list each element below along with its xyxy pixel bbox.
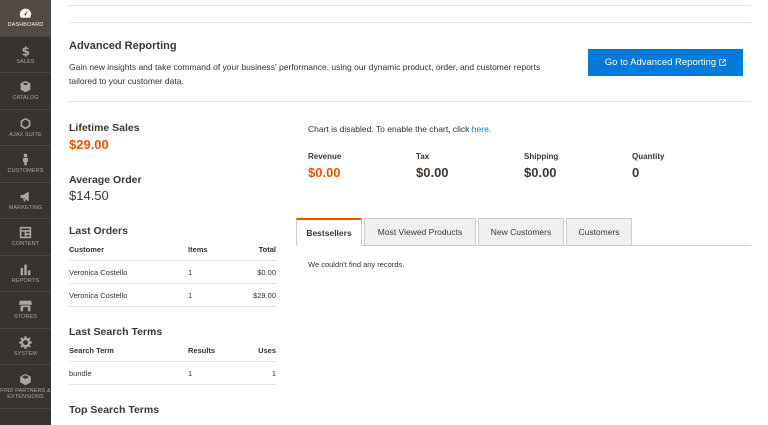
table-header-row: Search Term Results Uses bbox=[69, 339, 276, 362]
nav-dashboard[interactable]: Dashboard bbox=[0, 0, 51, 37]
lifetime-sales-value: $29.00 bbox=[69, 137, 109, 152]
column-header: Search Term bbox=[69, 339, 188, 362]
nav-catalog[interactable]: Catalog bbox=[0, 73, 51, 110]
divider bbox=[69, 22, 751, 23]
customer-cell: Veronica Costello bbox=[69, 283, 188, 307]
nav-content[interactable]: Content bbox=[0, 219, 51, 256]
table-header-row: Customer Items Total bbox=[69, 238, 276, 261]
advanced-reporting-title: Advanced Reporting bbox=[69, 40, 177, 52]
nav-label: Catalog bbox=[12, 95, 39, 102]
column-header: Customer bbox=[69, 238, 188, 261]
nav-marketing[interactable]: Marketing bbox=[0, 183, 51, 219]
total-label: Tax bbox=[416, 152, 430, 161]
column-header: Items bbox=[188, 238, 236, 261]
nav-reports[interactable]: Reports bbox=[0, 256, 51, 292]
tab-new-customers[interactable]: New Customers bbox=[478, 218, 564, 246]
advanced-reporting-text: Gain new insights and take command of yo… bbox=[69, 62, 541, 86]
chart-message-text: Chart is disabled. To enable the chart, … bbox=[308, 124, 472, 134]
table-row[interactable]: Veronica Costello 1 $29.00 bbox=[69, 283, 276, 307]
bar-chart-icon bbox=[19, 263, 33, 276]
megaphone-icon bbox=[19, 190, 33, 203]
items-cell: 1 bbox=[188, 283, 236, 307]
table-row[interactable]: Veronica Costello 1 $0.00 bbox=[69, 260, 276, 284]
lifetime-sales-label: Lifetime Sales bbox=[69, 122, 140, 134]
no-records-message: We couldn't find any records. bbox=[308, 260, 405, 269]
chart-disabled-message: Chart is disabled. To enable the chart, … bbox=[308, 124, 491, 134]
nav-system[interactable]: System bbox=[0, 329, 51, 365]
dashboard-totals: Revenue $0.00 Tax $0.00 Shipping $0.00 Q… bbox=[308, 152, 740, 180]
total-value: $0.00 bbox=[524, 165, 557, 180]
nav-label: Dashboard bbox=[7, 22, 44, 29]
box-icon bbox=[19, 80, 33, 93]
total-cell: $29.00 bbox=[236, 283, 276, 307]
enable-chart-link[interactable]: here. bbox=[472, 124, 491, 134]
nav-label: System bbox=[13, 350, 38, 357]
column-header: Total bbox=[236, 238, 276, 261]
last-search-terms-title: Last Search Terms bbox=[69, 326, 163, 338]
dashboard-main: Advanced Reporting Gain new insights and… bbox=[51, 0, 768, 425]
total-value: $0.00 bbox=[416, 165, 449, 180]
nav-stores[interactable]: Stores bbox=[0, 292, 51, 329]
total-revenue: Revenue $0.00 bbox=[308, 152, 416, 180]
nav-label: Marketing bbox=[8, 204, 43, 211]
gear-icon bbox=[19, 335, 33, 349]
nav-label: Sales bbox=[16, 58, 35, 65]
last-orders-table: Customer Items Total Veronica Costello 1… bbox=[69, 238, 276, 307]
hexagon-icon bbox=[19, 117, 33, 130]
column-header: Results bbox=[188, 339, 236, 362]
store-icon bbox=[19, 299, 33, 312]
tab-bestsellers[interactable]: Bestsellers bbox=[296, 218, 362, 246]
items-cell: 1 bbox=[188, 260, 236, 284]
total-shipping: Shipping $0.00 bbox=[524, 152, 632, 180]
external-link-icon bbox=[719, 59, 726, 66]
dollar-icon: $ bbox=[19, 44, 33, 57]
cube-icon bbox=[19, 373, 33, 386]
table-row[interactable]: bundle 1 1 bbox=[69, 361, 276, 385]
tab-most-viewed-products[interactable]: Most Viewed Products bbox=[364, 218, 476, 246]
search-term-cell: bundle bbox=[69, 361, 188, 385]
tab-customers[interactable]: Customers bbox=[566, 218, 632, 246]
total-cell: $0.00 bbox=[236, 260, 276, 284]
nav-label: Find Partners & Extensions bbox=[0, 388, 51, 400]
uses-cell: 1 bbox=[236, 361, 276, 385]
total-quantity: Quantity 0 bbox=[632, 152, 740, 180]
total-value: 0 bbox=[632, 165, 640, 180]
average-order-label: Average Order bbox=[69, 174, 142, 186]
button-label: Go to Advanced Reporting bbox=[604, 57, 717, 68]
nav-label: Customers bbox=[7, 168, 44, 175]
top-search-terms-title: Top Search Terms bbox=[69, 404, 160, 416]
average-order-value: $14.50 bbox=[69, 188, 109, 203]
total-label: Revenue bbox=[308, 152, 342, 161]
column-header: Uses bbox=[236, 339, 276, 362]
nav-ajax-suite[interactable]: Ajax Suite bbox=[0, 110, 51, 146]
person-icon bbox=[19, 153, 33, 166]
nav-label: Ajax Suite bbox=[9, 131, 42, 138]
nav-find-partners[interactable]: Find Partners & Extensions bbox=[0, 365, 51, 409]
dashboard-tabs: Bestsellers Most Viewed Products New Cus… bbox=[296, 218, 632, 246]
nav-label: Reports bbox=[11, 277, 40, 284]
top-strip bbox=[69, 0, 751, 6]
last-search-terms-table: Search Term Results Uses bundle 1 1 bbox=[69, 339, 276, 385]
total-tax: Tax $0.00 bbox=[416, 152, 524, 180]
nav-label: Content bbox=[11, 241, 40, 248]
customer-cell: Veronica Costello bbox=[69, 260, 188, 284]
nav-customers[interactable]: Customers bbox=[0, 146, 51, 183]
divider bbox=[69, 101, 751, 102]
last-orders-title: Last Orders bbox=[69, 225, 128, 237]
results-cell: 1 bbox=[188, 361, 236, 385]
dashboard-icon bbox=[19, 7, 33, 20]
go-to-advanced-reporting-button[interactable]: Go to Advanced Reporting bbox=[588, 49, 743, 76]
total-value: $0.00 bbox=[308, 165, 341, 180]
total-label: Quantity bbox=[632, 152, 665, 161]
nav-sales[interactable]: $ Sales bbox=[0, 37, 51, 73]
admin-sidebar: Dashboard $ Sales Catalog Ajax Suite Cus… bbox=[0, 0, 51, 425]
svg-text:$: $ bbox=[21, 44, 29, 57]
total-label: Shipping bbox=[524, 152, 559, 161]
nav-label: Stores bbox=[13, 314, 38, 321]
layout-icon bbox=[19, 226, 33, 239]
